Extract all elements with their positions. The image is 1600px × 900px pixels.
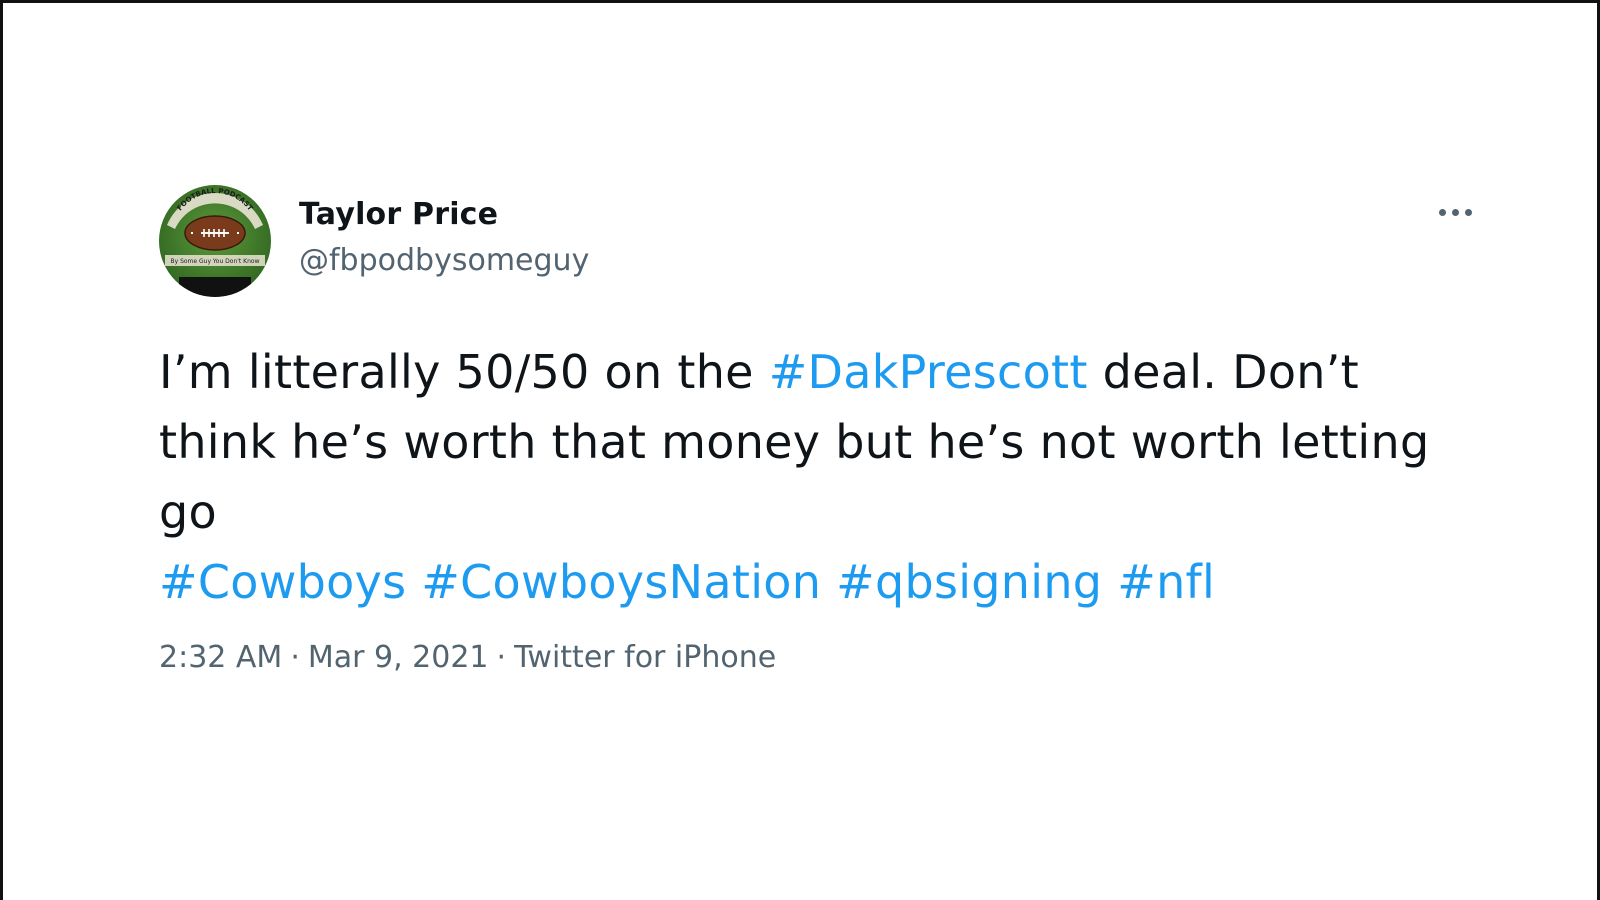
tweet-line-2: think he’s worth that money but he’s not… (159, 415, 1430, 469)
hashtag-link[interactable]: #DakPrescott (769, 345, 1088, 399)
hashtag-link[interactable]: #CowboysNation (421, 555, 821, 609)
display-name[interactable]: Taylor Price (299, 197, 589, 233)
tweet-source: Twitter for iPhone (514, 640, 777, 675)
author-block[interactable]: Taylor Price @fbpodbysomeguy (299, 197, 589, 279)
tweet-screenshot-frame: FOOTBALL PODCAST By Some Guy You Don't K… (0, 0, 1600, 900)
meta-separator: · (496, 640, 507, 675)
tweet-time[interactable]: 2:32 AM (159, 640, 282, 675)
meta-separator: · (290, 640, 300, 675)
tweet-date[interactable]: Mar 9, 2021 (308, 640, 489, 675)
avatar[interactable]: FOOTBALL PODCAST By Some Guy You Don't K… (159, 185, 271, 297)
hashtag-line: #Cowboys #CowboysNation #qbsigning #nfl (159, 547, 1479, 617)
tweet-text-segment: deal. Don’t (1087, 345, 1359, 399)
football-podcast-logo-avatar: FOOTBALL PODCAST By Some Guy You Don't K… (159, 185, 271, 297)
hashtag-link[interactable]: #nfl (1117, 555, 1215, 609)
ellipsis-icon (1438, 208, 1446, 216)
tweet-line-1: I’m litterally 50/50 on the #DakPrescott… (159, 337, 1479, 407)
user-handle[interactable]: @fbpodbysomeguy (299, 243, 589, 279)
ellipsis-icon (1451, 208, 1459, 216)
tweet-text-segment: I’m litterally 50/50 on the (159, 345, 769, 399)
ellipsis-icon (1464, 208, 1472, 216)
tweet-line-3: go (159, 485, 217, 539)
tweet-text: I’m litterally 50/50 on the #DakPrescott… (159, 337, 1479, 617)
hashtag-link[interactable]: #qbsigning (836, 555, 1102, 609)
tweet-metadata: 2:32 AM · Mar 9, 2021 · Twitter for iPhone (159, 640, 776, 676)
avatar-bottom-text: By Some Guy You Don't Know (171, 258, 260, 265)
hashtag-link[interactable]: #Cowboys (159, 555, 406, 609)
more-options-button[interactable] (1431, 199, 1479, 225)
